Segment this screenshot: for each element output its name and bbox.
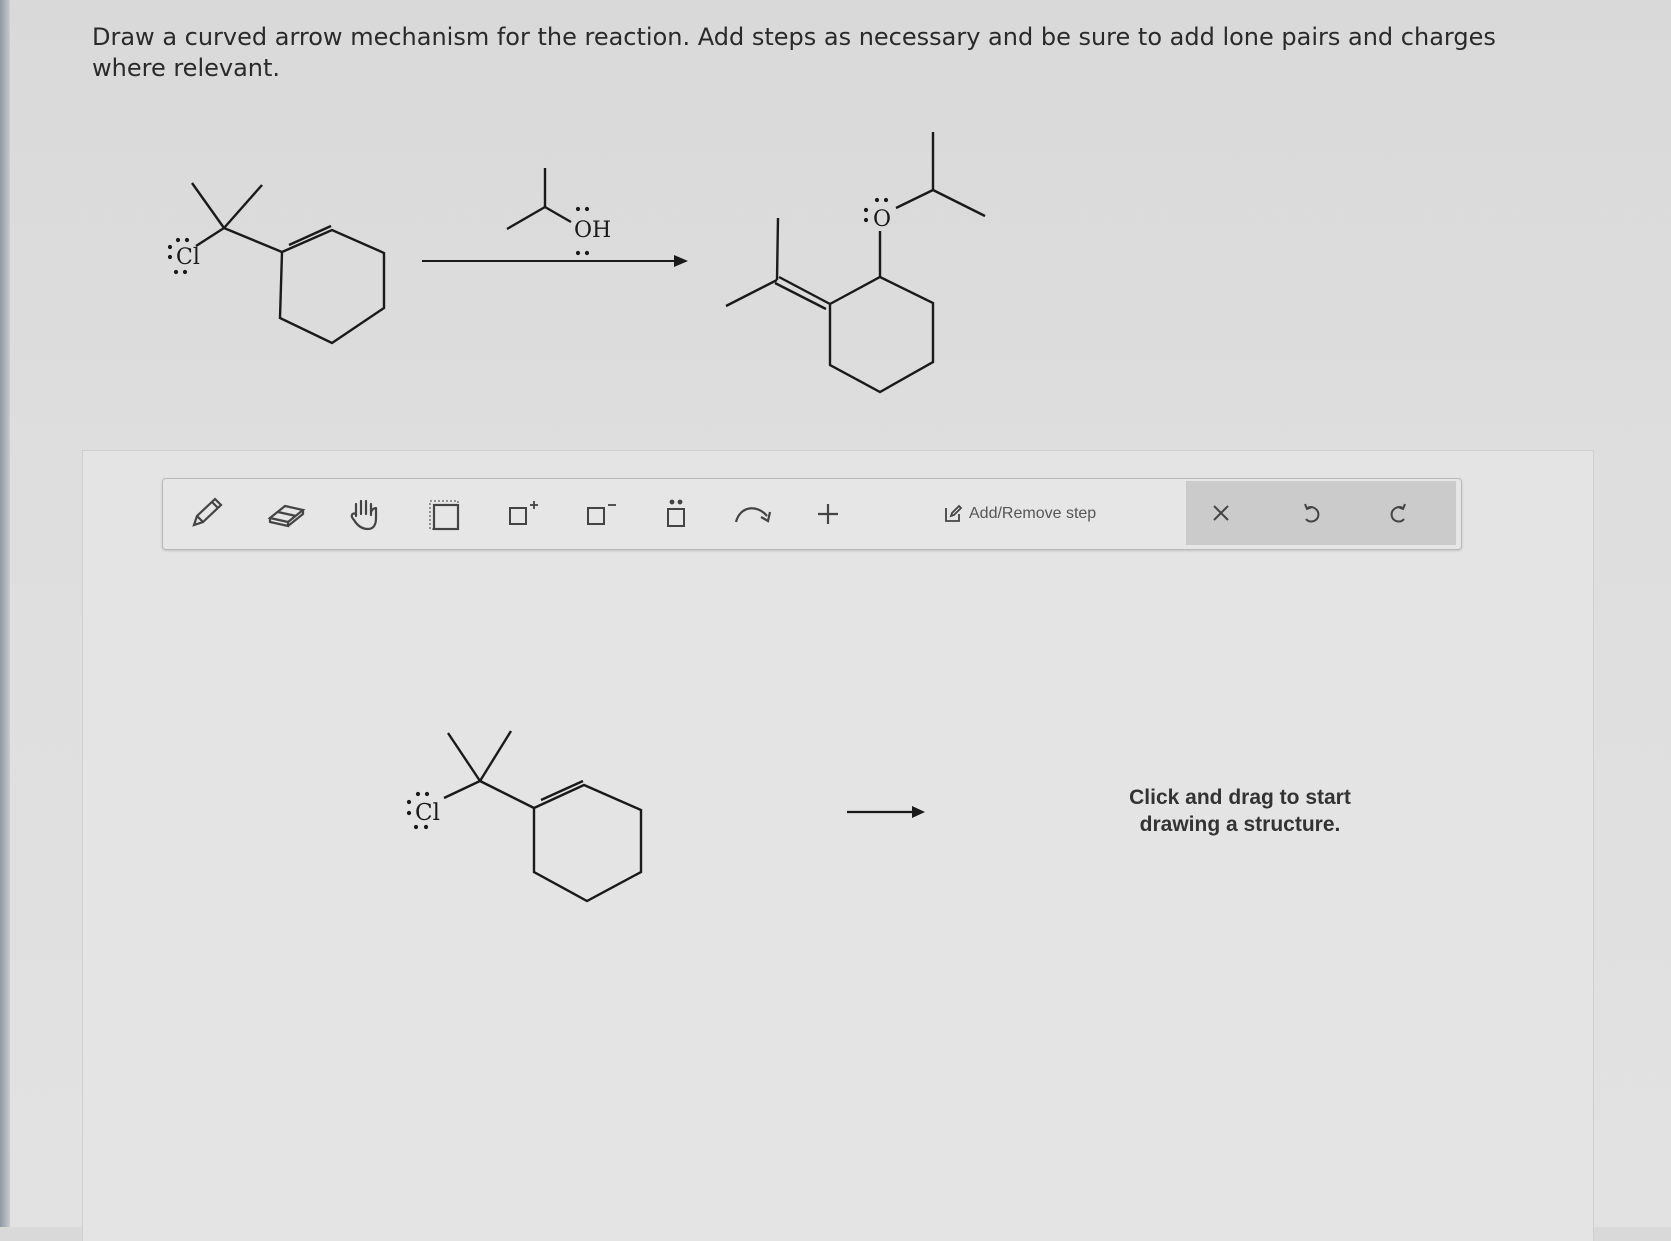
hint-line-2: drawing a structure. — [1139, 813, 1341, 836]
svg-text:OH: OH — [574, 218, 611, 243]
reagent-hydroxyl-label: OH — [574, 206, 611, 256]
reagent-structure — [506, 168, 572, 231]
product-structure — [725, 132, 986, 394]
hint-line-1: Click and drag to start — [1129, 786, 1351, 809]
add-remove-step-label: Add/Remove step — [969, 505, 1097, 522]
undo-icon[interactable] — [1288, 490, 1334, 536]
drawing-hint: Click and drag to start drawing a struct… — [1080, 784, 1400, 838]
reaction-scheme: Cl OH O — [167, 132, 986, 394]
negative-charge-icon[interactable] — [577, 491, 623, 537]
curved-arrow-icon[interactable] — [731, 491, 777, 537]
plus-icon[interactable] — [805, 491, 851, 537]
redo-icon[interactable] — [1376, 490, 1422, 536]
positive-charge-icon[interactable] — [499, 491, 545, 537]
reaction-arrow — [422, 255, 688, 267]
drawing-toolbar: Add/Remove step — [162, 478, 1462, 550]
history-actions — [1186, 481, 1456, 545]
select-box-icon[interactable] — [421, 491, 467, 537]
edit-icon — [945, 504, 963, 522]
drawing-panel — [82, 450, 1594, 1241]
pencil-icon[interactable] — [183, 491, 229, 537]
product-oxygen-label: O — [863, 197, 891, 232]
svg-text:O: O — [873, 207, 891, 232]
add-remove-step-button[interactable]: Add/Remove step — [943, 501, 1096, 527]
close-icon[interactable] — [1198, 490, 1244, 536]
hand-icon[interactable] — [341, 491, 387, 537]
reactant-structure — [191, 182, 386, 345]
eraser-icon[interactable] — [263, 491, 309, 537]
reactant-chlorine-label: Cl — [167, 237, 200, 275]
lone-pair-icon[interactable] — [653, 491, 699, 537]
svg-text:Cl: Cl — [176, 245, 200, 270]
